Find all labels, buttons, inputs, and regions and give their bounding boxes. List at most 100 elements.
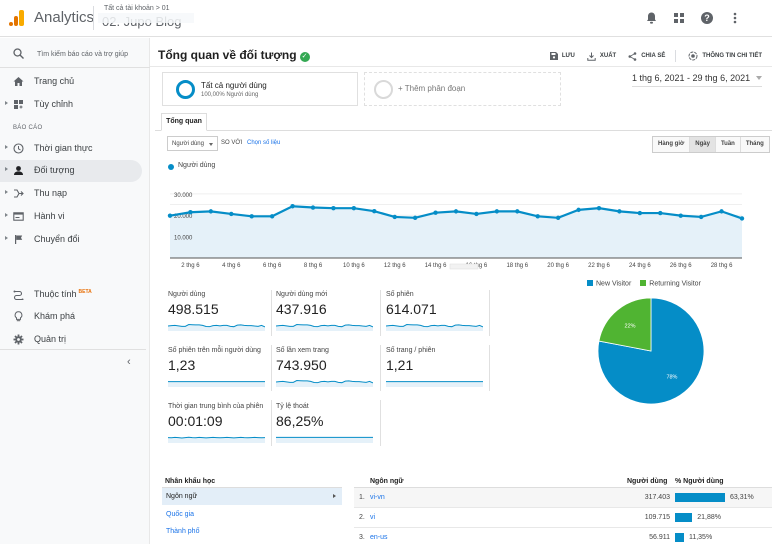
sidebar-item-audience[interactable]: Đối tượng <box>0 160 142 182</box>
language-link[interactable]: en-us <box>370 534 388 541</box>
sidebar-item-conversions[interactable]: Chuyển đổi <box>0 229 142 251</box>
metric-name: Số lần xem trang <box>276 347 329 354</box>
x-tick-label: 24 thg 6 <box>629 263 651 269</box>
more-vert-icon[interactable] <box>728 11 742 25</box>
chevron-right-icon <box>333 494 336 498</box>
divider <box>271 400 272 446</box>
divider <box>380 290 381 336</box>
pie-slice-label: 22% <box>625 324 636 330</box>
export-icon <box>587 52 596 61</box>
granularity-month[interactable]: Tháng <box>739 137 769 152</box>
metric-select[interactable]: Người dùng <box>167 136 218 151</box>
metric-card[interactable]: Người dùng 498.515 <box>168 291 272 339</box>
account-breadcrumb[interactable]: Tất cả tài khoản > 01 <box>104 5 170 12</box>
metric-card[interactable]: Thời gian trung bình của phiên 00:01:09 <box>168 403 272 451</box>
sidebar-item-behavior[interactable]: Hành vi <box>0 206 142 228</box>
granularity-hourly[interactable]: Hàng giờ <box>653 137 690 152</box>
sidebar-item-customization[interactable]: Tùy chỉnh <box>0 94 142 116</box>
metric-card[interactable]: Số phiên trên mỗi người dùng 1,23 <box>168 347 272 395</box>
sidebar-item-label: Trang chủ <box>34 76 75 86</box>
sidebar-item-label: Thời gian thực <box>34 143 93 153</box>
legend-item-new-visitor[interactable]: New Visitor <box>587 280 631 288</box>
language-link[interactable]: vi-vn <box>370 494 385 501</box>
demographics-item-city[interactable]: Thành phố <box>162 523 342 540</box>
data-point <box>392 214 397 220</box>
search-placeholder[interactable]: Tìm kiếm báo cáo và trợ giúp <box>37 51 128 58</box>
language-link[interactable]: vi <box>370 514 375 521</box>
granularity-day[interactable]: Ngày <box>689 137 715 152</box>
bell-icon[interactable] <box>644 11 658 25</box>
date-range-picker[interactable]: 1 thg 6, 2021 - 29 thg 6, 2021 <box>632 73 762 87</box>
x-tick-label: 4 thg 6 <box>222 263 241 269</box>
apps-grid-icon[interactable] <box>672 11 686 25</box>
data-point <box>453 209 459 214</box>
data-point <box>188 210 193 215</box>
save-button[interactable]: LƯU <box>549 52 575 60</box>
sidebar-item-acquisition[interactable]: Thu nạp <box>0 183 142 205</box>
report-actions: LƯU XUẤT CHIA SẺ THÔNG TIN CHI TIẾT <box>538 50 762 62</box>
legend-swatch <box>640 280 647 286</box>
segment-all-users[interactable]: Tất cả người dùng 100,00% Người dùng <box>162 72 358 106</box>
report-search[interactable]: Tìm kiếm báo cáo và trợ giúp <box>0 44 150 68</box>
export-button[interactable]: XUẤT <box>587 52 616 61</box>
metric-card[interactable]: Người dùng mới 437.916 <box>276 291 380 339</box>
tab-overview[interactable]: Tổng quan <box>161 113 207 131</box>
data-point <box>739 216 745 221</box>
granularity-toggle: Hàng giờ Ngày Tuần Tháng <box>652 136 770 153</box>
analytics-logo-icon[interactable] <box>9 10 25 26</box>
svg-text:?: ? <box>704 13 710 23</box>
data-point <box>167 213 173 218</box>
metric-card[interactable]: Số phiên 614.071 <box>386 291 490 339</box>
data-point <box>372 208 377 214</box>
demographics-item-country[interactable]: Quốc gia <box>162 506 342 523</box>
y-tick-label: 30.000 <box>174 193 193 199</box>
line-chart-svg[interactable]: 10.00020.00030.0002 thg 64 thg 66 thg 68… <box>160 158 772 278</box>
metric-name: Tỷ lệ thoát <box>276 403 309 410</box>
divider <box>93 6 94 30</box>
insights-button[interactable]: THÔNG TIN CHI TIẾT <box>688 51 762 61</box>
sidebar-item-home[interactable]: Trang chủ <box>0 71 142 93</box>
help-icon[interactable]: ? <box>700 11 714 25</box>
chevron-down-icon <box>756 76 762 80</box>
chart-expand-handle[interactable] <box>449 263 479 270</box>
granularity-week[interactable]: Tuần <box>714 137 740 152</box>
metric-name: Thời gian trung bình của phiên <box>168 403 264 410</box>
sidebar-item-admin[interactable]: Quản trị <box>0 329 142 351</box>
home-icon <box>13 77 24 86</box>
table-row: 2. vi 109.715 21,88% <box>354 508 772 528</box>
sidebar-item-discover[interactable]: Khám phá <box>0 306 142 328</box>
data-point <box>658 210 663 216</box>
share-button[interactable]: CHIA SẺ <box>628 51 665 61</box>
users-timeline-chart: Người dùng 10.000 20.000 30.000 2 thg 64 th… <box>160 158 772 278</box>
x-tick-label: 20 thg 6 <box>547 263 569 269</box>
sparkline <box>386 381 483 387</box>
x-tick-label: 12 thg 6 <box>384 263 406 269</box>
legend-item-returning-visitor[interactable]: Returning Visitor <box>640 280 701 288</box>
pick-metric-link[interactable]: Chọn số liệu <box>247 140 280 146</box>
expand-arrow-icon <box>5 101 8 105</box>
person-icon <box>14 166 23 175</box>
sparkline <box>168 324 265 331</box>
metric-card[interactable]: Số lần xem trang 743.950 <box>276 347 380 395</box>
add-segment-button[interactable]: + Thêm phân đoạn <box>364 72 561 106</box>
sidebar-item-attribution[interactable]: Thuộc tính BETA <box>0 284 142 306</box>
data-point <box>331 205 336 211</box>
metric-value: 614.071 <box>386 301 437 317</box>
expand-arrow-icon <box>5 145 8 149</box>
divider <box>675 50 677 62</box>
expand-arrow-icon <box>5 190 8 194</box>
table-row: 1. vi-vn 317.403 63,31% <box>354 488 772 508</box>
sparkline <box>386 324 483 331</box>
divider <box>271 290 272 336</box>
dashboard-icon <box>14 100 23 109</box>
app-name[interactable]: Analytics <box>34 9 94 26</box>
metric-card[interactable]: Tỷ lệ thoát 86,25% <box>276 403 380 451</box>
x-tick-label: 26 thg 6 <box>670 263 692 269</box>
collapse-sidebar-icon[interactable]: ‹ <box>127 356 131 368</box>
metric-card[interactable]: Số trang / phiên 1,21 <box>386 347 490 395</box>
metric-value: 86,25% <box>276 413 324 429</box>
property-overlay <box>98 13 194 23</box>
demographics-item-language[interactable]: Ngôn ngữ <box>162 488 342 505</box>
gear-icon <box>13 334 24 345</box>
sidebar-item-realtime[interactable]: Thời gian thực <box>0 138 142 160</box>
